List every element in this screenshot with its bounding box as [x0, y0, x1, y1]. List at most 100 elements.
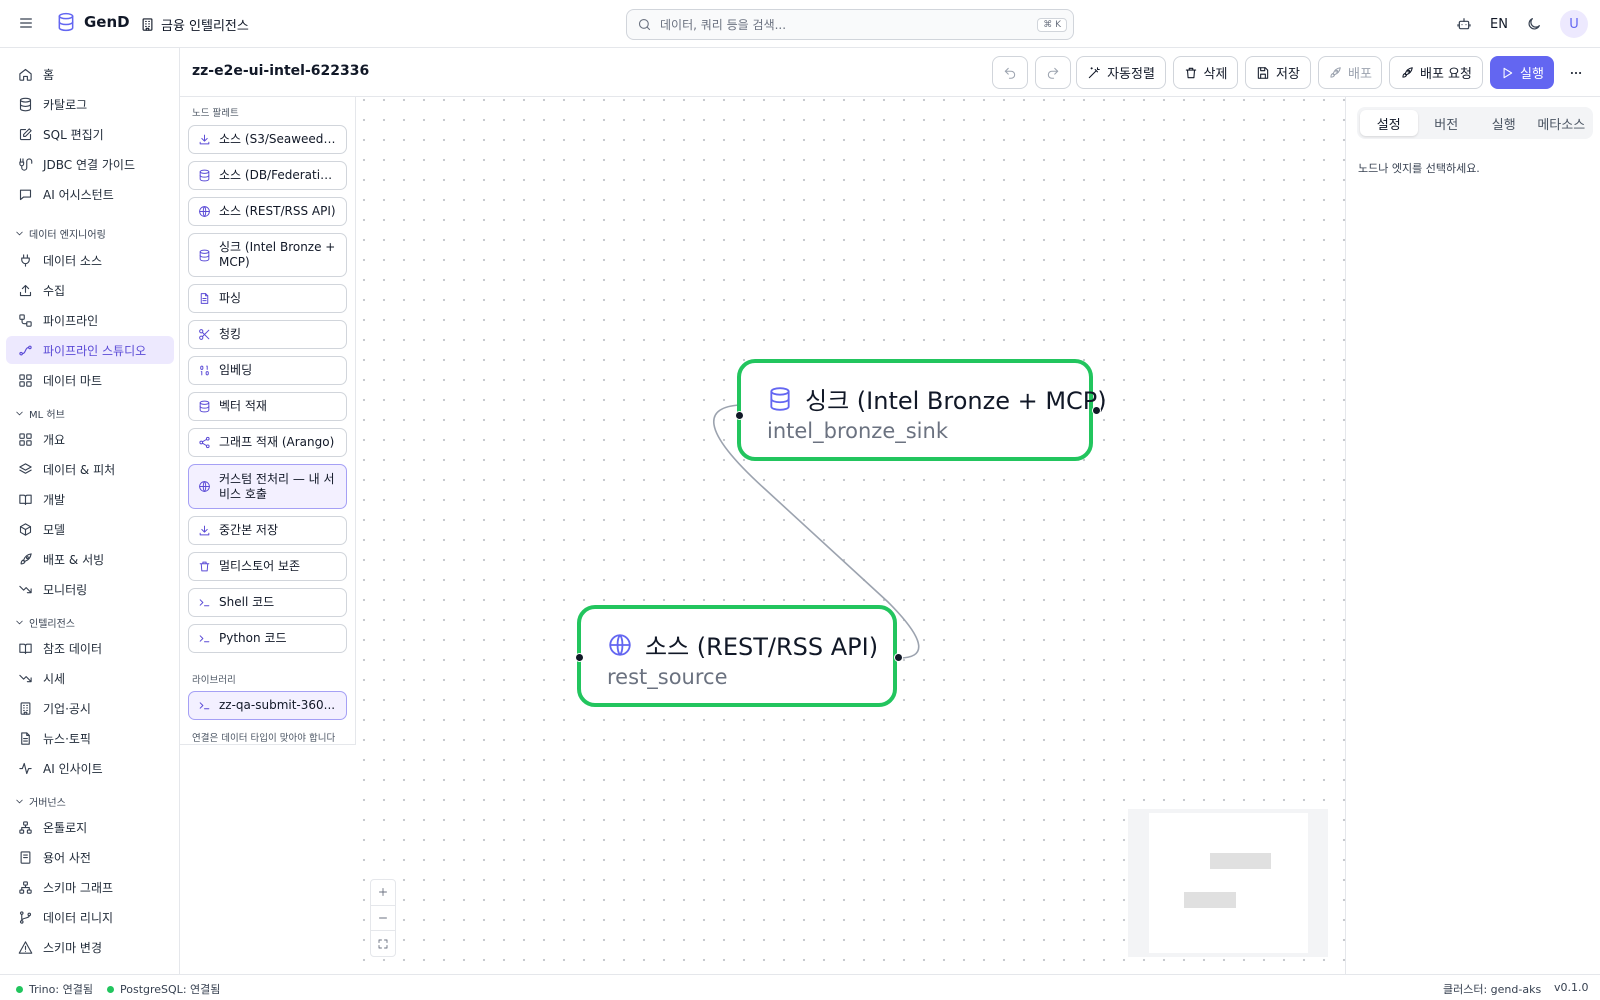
language-toggle[interactable]: EN [1490, 17, 1508, 32]
sidebar-item-monitoring[interactable]: 모니터링 [6, 575, 174, 603]
delete-button[interactable]: 삭제 [1173, 56, 1238, 89]
cable-icon [19, 157, 33, 171]
book-open-icon [19, 643, 32, 654]
sidebar-item-ai-assistant[interactable]: AI 어시스턴트 [6, 180, 174, 208]
library-item[interactable]: zz-qa-submit-360... [188, 691, 347, 720]
sidebar-item-catalog[interactable]: 카탈로그 [6, 90, 174, 118]
layers-icon [19, 462, 32, 474]
sidebar-item-ml-overview[interactable]: 개요 [6, 425, 174, 453]
palette-item-chunking[interactable]: 청킹 [188, 320, 347, 349]
brand-logo[interactable]: GenD [56, 12, 130, 32]
deploy-button[interactable]: 배포 [1318, 56, 1382, 89]
sidebar-item-ai-insights[interactable]: AI 인사이트 [6, 754, 174, 782]
sidebar-section-ml-hub[interactable]: ML 허브 [14, 406, 65, 421]
minimap[interactable] [1128, 809, 1328, 957]
redo-button[interactable] [1035, 56, 1071, 89]
sidebar-item-models[interactable]: 모델 [6, 515, 174, 543]
sidebar-item-pipeline-studio[interactable]: 파이프라인 스튜디오 [6, 336, 174, 364]
zoom-in-button[interactable] [371, 880, 395, 906]
sidebar-item-label: AI 인사이트 [43, 761, 103, 776]
sidebar-item-home[interactable]: 홈 [6, 60, 174, 88]
sidebar-item-ingestion[interactable]: 수집 [6, 276, 174, 304]
pipeline-node-source[interactable]: 소스 (REST/RSS API) rest_source [577, 605, 897, 707]
building-icon [142, 18, 153, 31]
run-button[interactable]: 실행 [1490, 56, 1554, 89]
palette-item-source-s3[interactable]: 소스 (S3/SeaweedFS) [188, 125, 347, 154]
palette-item-embedding[interactable]: 임베딩 [188, 356, 347, 385]
pipeline-toolbar: zz-e2e-ui-intel-622336 자동정렬 삭제 저장 배포 배포 … [180, 48, 1600, 97]
palette-item-source-rest[interactable]: 소스 (REST/RSS API) [188, 197, 347, 226]
sidebar-item-jdbc-guide[interactable]: JDBC 연결 가이드 [6, 150, 174, 178]
sidebar-item-glossary[interactable]: 용어 사전 [6, 843, 174, 871]
sidebar-item-development[interactable]: 개발 [6, 485, 174, 513]
fit-view-button[interactable] [371, 931, 395, 956]
terminal-icon [199, 635, 210, 643]
sidebar-item-market-quotes[interactable]: 시세 [6, 664, 174, 692]
sidebar-item-pipelines[interactable]: 파이프라인 [6, 306, 174, 334]
menu-icon[interactable] [18, 15, 34, 31]
brand-name: GenD [84, 13, 130, 31]
palette-item-custom-preprocess[interactable]: 커스텀 전처리 — 내 서비스 호출 [188, 464, 347, 509]
message-icon [19, 189, 32, 200]
minus-icon [379, 917, 387, 919]
sidebar-item-data-features[interactable]: 데이터 & 피처 [6, 455, 174, 483]
deploy-request-button[interactable]: 배포 요청 [1389, 56, 1483, 89]
global-search[interactable]: 데이터, 쿼리 등을 검색... ⌘ K [626, 9, 1074, 40]
avatar[interactable]: U [1560, 10, 1588, 38]
workspace-selector[interactable]: 금융 인텔리전스 [140, 15, 249, 34]
palette-item-source-db[interactable]: 소스 (DB/Federation) [188, 161, 347, 190]
node-output-handle[interactable] [894, 653, 903, 662]
more-horizontal-icon [1570, 71, 1582, 74]
palette-item-sink-intel-bronze[interactable]: 싱크 (Intel Bronze + MCP) [188, 233, 347, 277]
sidebar-item-schema-graph[interactable]: 스키마 그래프 [6, 873, 174, 901]
sidebar-item-label: 기업·공시 [43, 701, 91, 716]
sidebar-item-data-mart[interactable]: 데이터 마트 [6, 366, 174, 394]
palette-item-parsing[interactable]: 파싱 [188, 284, 347, 313]
sidebar-item-deploy-serving[interactable]: 배포 & 서빙 [6, 545, 174, 573]
palette-item-vector-load[interactable]: 벡터 적재 [188, 392, 347, 421]
save-button[interactable]: 저장 [1245, 56, 1311, 89]
sidebar-item-company-filings[interactable]: 기업·공시 [6, 694, 174, 722]
sidebar-section-intelligence[interactable]: 인텔리전스 [14, 615, 75, 630]
search-shortcut: ⌘ K [1037, 17, 1067, 32]
palette-item-graph-load[interactable]: 그래프 적재 (Arango) [188, 428, 347, 457]
database-icon [199, 169, 210, 182]
palette-item-multistore-retention[interactable]: 멀티스토어 보존 [188, 552, 347, 581]
more-button[interactable] [1562, 56, 1590, 89]
sidebar-item-label: 스키마 변경 [43, 940, 103, 955]
auto-layout-button[interactable]: 자동정렬 [1076, 56, 1166, 89]
node-output-handle[interactable] [1092, 406, 1101, 415]
sidebar-item-data-sources[interactable]: 데이터 소스 [6, 246, 174, 274]
node-input-handle[interactable] [735, 411, 744, 420]
tab-settings[interactable]: 설정 [1360, 110, 1418, 136]
node-title: 소스 (REST/RSS API) [645, 633, 879, 661]
minimap-node [1210, 853, 1271, 869]
sidebar-item-reference-data[interactable]: 참조 데이터 [6, 634, 174, 662]
pipeline-canvas[interactable]: 싱크 (Intel Bronze + MCP) intel_bronze_sin… [356, 97, 1345, 974]
trend-down-icon [19, 585, 32, 593]
moon-icon[interactable] [1522, 9, 1546, 39]
sidebar-item-label: 개발 [43, 492, 66, 507]
sidebar-item-news-topics[interactable]: 뉴스·토픽 [6, 724, 174, 752]
tab-meta-sources[interactable]: 메타소스 [1533, 110, 1591, 136]
sidebar-item-schema-changes[interactable]: 스키마 변경 [6, 933, 174, 961]
zoom-out-button[interactable] [371, 906, 395, 932]
node-input-handle[interactable] [575, 653, 584, 662]
tab-runs[interactable]: 실행 [1475, 110, 1533, 136]
sidebar-item-sql-editor[interactable]: SQL 편집기 [6, 120, 174, 148]
pipeline-node-sink[interactable]: 싱크 (Intel Bronze + MCP) intel_bronze_sin… [737, 359, 1107, 461]
undo-button[interactable] [992, 56, 1028, 89]
palette-item-intermediate-save[interactable]: 중간본 저장 [188, 516, 347, 545]
palette-item-shell-code[interactable]: Shell 코드 [188, 588, 347, 617]
chevron-down-icon [16, 411, 23, 416]
sidebar-section-data-engineering[interactable]: 데이터 엔지니어링 [14, 226, 106, 241]
rocket-icon [20, 552, 32, 564]
trash-icon [199, 561, 210, 572]
pipeline-title[interactable]: zz-e2e-ui-intel-622336 [192, 63, 369, 79]
bot-icon[interactable] [1452, 9, 1476, 39]
sidebar-item-data-lineage[interactable]: 데이터 리니지 [6, 903, 174, 931]
tab-versions[interactable]: 버전 [1418, 110, 1476, 136]
palette-item-python-code[interactable]: Python 코드 [188, 624, 347, 653]
sidebar-section-governance[interactable]: 거버넌스 [14, 794, 66, 809]
sidebar-item-ontology[interactable]: 온톨로지 [6, 813, 174, 841]
